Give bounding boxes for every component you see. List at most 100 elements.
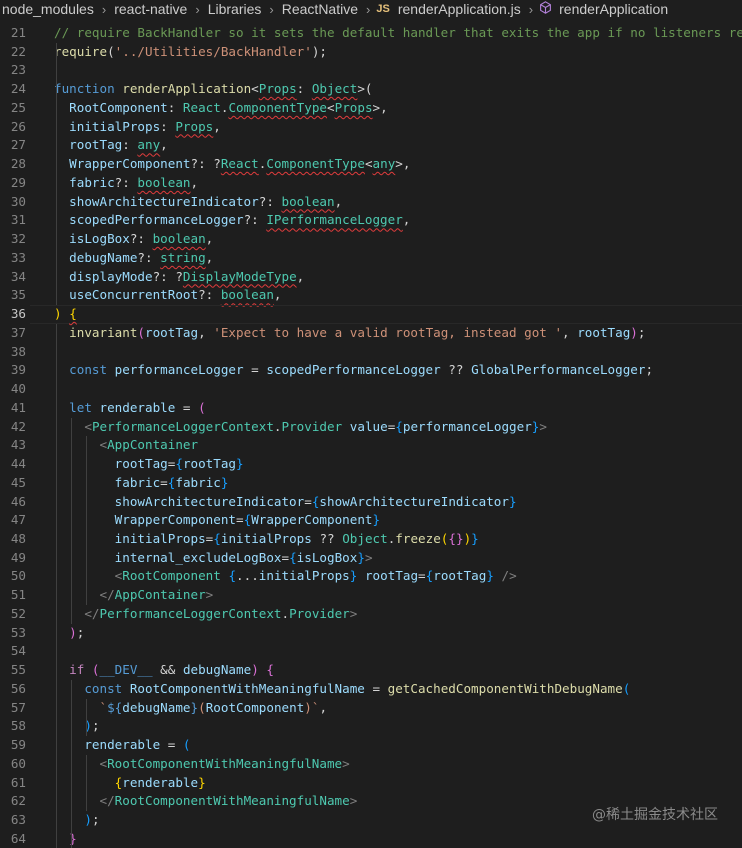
code-line[interactable]: 44 rootTag={rootTag}	[0, 455, 742, 474]
line-number: 36	[10, 306, 26, 322]
code-line[interactable]: 23	[0, 61, 742, 80]
code-token: <	[327, 99, 335, 115]
code-token: ${	[107, 699, 123, 715]
code-token: boolean	[137, 174, 191, 190]
code-token: RootComponentWithMeaningfulName	[114, 793, 350, 809]
code-token: }	[357, 549, 365, 565]
code-token: function	[54, 81, 123, 97]
code-token: </	[99, 793, 115, 809]
breadcrumb-file[interactable]: renderApplication.js	[396, 1, 523, 17]
code-line[interactable]: 42 <PerformanceLoggerContext.Provider va…	[0, 418, 742, 437]
code-line[interactable]: 32 isLogBox?: boolean,	[0, 230, 742, 249]
code-line[interactable]: 52 </PerformanceLoggerContext.Provider>	[0, 605, 742, 624]
breadcrumb-item-libraries[interactable]: Libraries	[206, 1, 264, 17]
code-token: <	[84, 418, 92, 434]
code-line[interactable]: 43 <AppContainer	[0, 436, 742, 455]
line-number: 37	[10, 324, 26, 340]
code-token: Props	[258, 81, 297, 97]
code-line[interactable]: 56 const RootComponentWithMeaningfulName…	[0, 680, 742, 699]
code-token: // require BackHandler so it sets the de…	[54, 25, 742, 40]
code-line[interactable]: 45 fabric={fabric}	[0, 474, 742, 493]
code-line[interactable]: 54	[0, 642, 742, 661]
line-number: 29	[10, 174, 26, 190]
code-line[interactable]: 49 internal_excludeLogBox={isLogBox}>	[0, 549, 742, 568]
code-line[interactable]: 22 require('../Utilities/BackHandler');	[0, 43, 742, 62]
code-text: WrapperComponent?: ?React.ComponentType<…	[54, 155, 410, 174]
code-editor[interactable]: 21 // require BackHandler so it sets the …	[0, 24, 742, 848]
code-token: >,	[372, 99, 388, 115]
code-token: Props	[334, 99, 373, 115]
code-line[interactable]: 61 {renderable}	[0, 774, 742, 793]
code-token: ?: ?	[152, 268, 183, 284]
code-token: invariant	[69, 324, 138, 340]
breadcrumb-item-react-native[interactable]: react-native	[112, 1, 189, 17]
code-line[interactable]: 47 WrapperComponent={WrapperComponent}	[0, 511, 742, 530]
code-line[interactable]: 51 </AppContainer>	[0, 586, 742, 605]
code-token: AppContainer	[114, 587, 206, 603]
code-line[interactable]: 30 showArchitectureIndicator?: boolean,	[0, 193, 742, 212]
code-line[interactable]: 36) {	[0, 305, 742, 324]
code-line[interactable]: 27 rootTag: any,	[0, 136, 742, 155]
code-text: );	[54, 717, 99, 736]
code-token: boolean	[152, 231, 206, 247]
breadcrumb-item-reactnative[interactable]: ReactNative	[280, 1, 360, 17]
code-text: );	[54, 624, 84, 643]
code-line[interactable]: 60 <RootComponentWithMeaningfulName>	[0, 755, 742, 774]
code-line[interactable]: 25 RootComponent: React.ComponentType<Pr…	[0, 99, 742, 118]
code-line[interactable]: 41 let renderable = (	[0, 399, 742, 418]
chevron-right-icon: ›	[195, 1, 200, 17]
code-line[interactable]: 31 scopedPerformanceLogger?: IPerformanc…	[0, 211, 742, 230]
code-line[interactable]: 46 showArchitectureIndicator={showArchit…	[0, 493, 742, 512]
code-token: >	[349, 605, 358, 621]
code-line[interactable]: 55 if (__DEV__ && debugName) {	[0, 661, 742, 680]
chevron-right-icon: ›	[366, 1, 371, 17]
code-token: getCachedComponentWithDebugName	[387, 680, 623, 696]
code-text: fabric?: boolean,	[54, 174, 198, 193]
indent-guide	[71, 417, 73, 624]
code-text: displayMode?: ?DisplayModeType,	[54, 268, 304, 287]
code-line[interactable]: 24 function renderApplication<Props: Obje…	[0, 80, 742, 99]
code-line[interactable]: 28 WrapperComponent?: ?React.ComponentTy…	[0, 155, 742, 174]
code-line[interactable]: 57 `${debugName}(RootComponent)`,	[0, 699, 742, 718]
code-line[interactable]: 40	[0, 380, 742, 399]
code-text: isLogBox?: boolean,	[54, 230, 213, 249]
line-number: 31	[10, 212, 26, 228]
code-line[interactable]: 50 <RootComponent {...initialProps} root…	[0, 567, 742, 586]
code-token: string	[160, 249, 206, 265]
code-token: ,	[319, 699, 328, 715]
code-line[interactable]: 26 initialProps: Props,	[0, 118, 742, 137]
code-line[interactable]: 58 );	[0, 717, 742, 736]
code-line[interactable]: 64 }	[0, 830, 742, 848]
code-token: >	[364, 549, 373, 565]
breadcrumb-item-node-modules[interactable]: node_modules	[0, 1, 96, 17]
code-line[interactable]: 38	[0, 343, 742, 362]
line-number: 26	[10, 118, 26, 134]
code-token: ??	[311, 530, 343, 546]
code-line[interactable]: 39 const performanceLogger = scopedPerfo…	[0, 361, 742, 380]
code-token: '../Utilities/BackHandler'	[114, 43, 312, 59]
code-line[interactable]: 53 );	[0, 624, 742, 643]
code-token: )	[54, 306, 62, 322]
code-line[interactable]: 59 renderable = (	[0, 736, 742, 755]
line-number: 47	[10, 512, 26, 528]
code-token: )	[630, 324, 638, 340]
code-token: )`	[304, 699, 320, 715]
code-token: {	[228, 568, 237, 584]
breadcrumb-symbol[interactable]: renderApplication	[557, 1, 670, 17]
code-token: .	[273, 418, 282, 434]
code-line[interactable]: 29 fabric?: boolean,	[0, 174, 742, 193]
indent-guide	[71, 679, 73, 848]
breadcrumb: node_modules › react-native › Libraries …	[0, 0, 742, 18]
code-token: ?: ?	[190, 156, 221, 172]
code-line[interactable]: 35 useConcurrentRoot?: boolean,	[0, 286, 742, 305]
code-line[interactable]: 34 displayMode?: ?DisplayModeType,	[0, 268, 742, 287]
code-line[interactable]: 37 invariant(rootTag, 'Expect to have a …	[0, 324, 742, 343]
code-text: showArchitectureIndicator?: boolean,	[54, 193, 342, 212]
code-line[interactable]: 33 debugName?: string,	[0, 249, 742, 268]
code-line[interactable]: 21 // require BackHandler so it sets the …	[0, 24, 742, 43]
code-line[interactable]: 48 initialProps={initialProps ?? Object.…	[0, 530, 742, 549]
